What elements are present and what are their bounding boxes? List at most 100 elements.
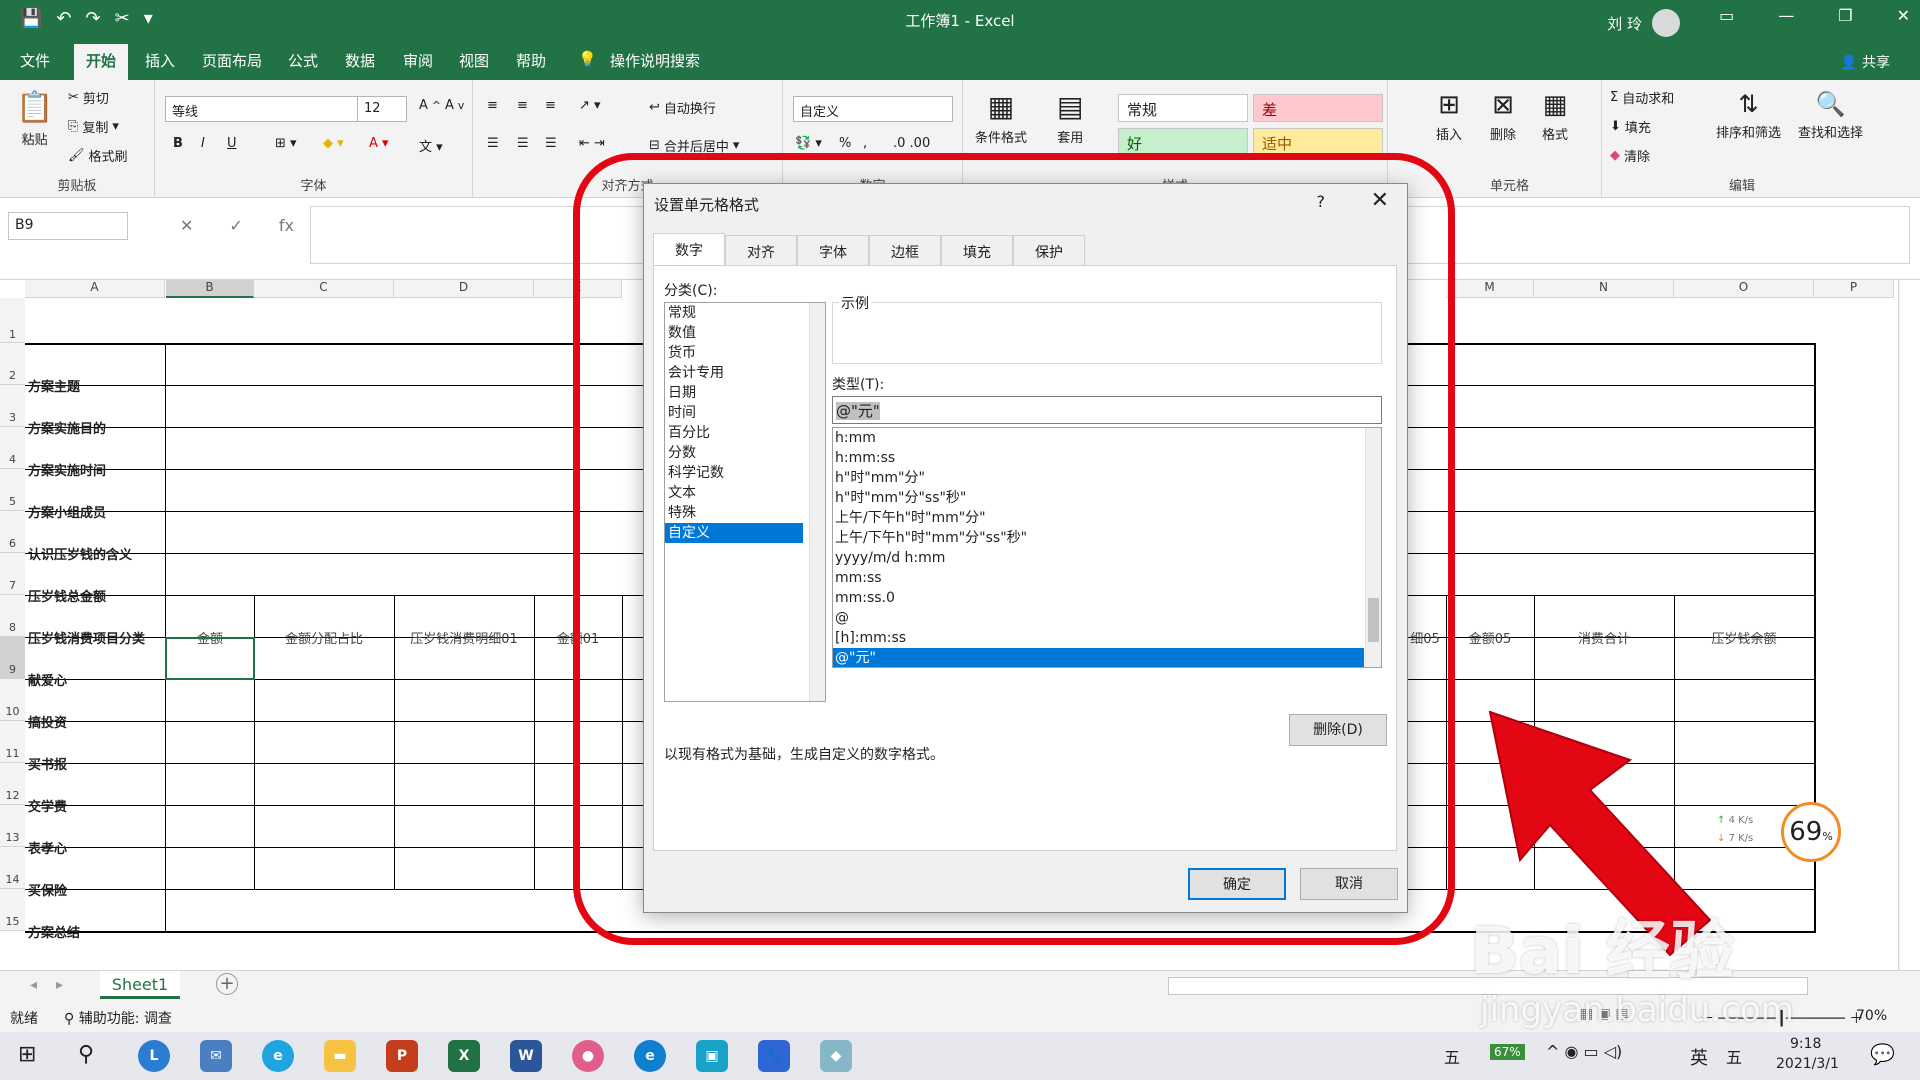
row-header[interactable]: 3	[0, 385, 25, 427]
file-explorer-icon[interactable]: ▬	[324, 1040, 356, 1072]
avatar[interactable]	[1652, 9, 1680, 37]
col-header-p[interactable]: P	[1814, 280, 1894, 298]
style-neutral[interactable]: 适中	[1253, 128, 1383, 156]
tell-me-search[interactable]: 操作说明搜索	[610, 50, 700, 71]
tab-scroll-left-icon[interactable]: ◂	[30, 977, 37, 993]
indent-icon[interactable]: ⇤ ⇥	[579, 136, 605, 151]
decimal-icon[interactable]: .0 .00	[893, 136, 930, 151]
align-middle-icon[interactable]: ≡	[517, 98, 528, 113]
add-sheet-button[interactable]: +	[216, 973, 238, 995]
col-header-o[interactable]: O	[1674, 280, 1814, 298]
orientation-icon[interactable]: ↗ ▾	[579, 98, 601, 113]
font-color-icon[interactable]: A ▾	[369, 136, 389, 151]
close-window-icon[interactable]: ✕	[1897, 6, 1910, 25]
clear-button[interactable]: ◆ 清除	[1610, 146, 1650, 165]
align-top-icon[interactable]: ≡	[487, 98, 498, 113]
powerpoint-icon[interactable]: P	[386, 1040, 418, 1072]
row-header[interactable]: 12	[0, 763, 25, 805]
copy-button[interactable]: ⎘ 复制 ▾	[68, 117, 119, 136]
col-header-m[interactable]: M	[1446, 280, 1534, 298]
underline-button[interactable]: U	[227, 136, 237, 151]
share-button[interactable]: 👤 共享	[1840, 52, 1890, 72]
row-header[interactable]: 2	[0, 343, 25, 385]
browser-icon[interactable]: e	[262, 1040, 294, 1072]
row-header[interactable]: 15	[0, 889, 25, 931]
align-center-icon[interactable]: ☰	[517, 136, 529, 151]
network-speed-widget[interactable]: ↑ 4 K/s ↓ 7 K/s 69%	[1717, 798, 1843, 866]
search-icon[interactable]: ⚲	[78, 1042, 94, 1067]
tab-review[interactable]: 审阅	[403, 50, 433, 71]
word-icon[interactable]: W	[510, 1040, 542, 1072]
app-icon[interactable]: ◆	[820, 1040, 852, 1072]
user-account[interactable]: 刘 玲	[1607, 9, 1680, 37]
style-good[interactable]: 好	[1118, 128, 1248, 156]
insert-cells-button[interactable]: ⊞ 插入	[1436, 90, 1462, 143]
selected-cell[interactable]	[165, 637, 255, 680]
format-as-table-button[interactable]: ▤ 套用	[1057, 90, 1083, 146]
fill-button[interactable]: ⬇ 填充	[1610, 117, 1651, 136]
paste-button[interactable]: 📋 粘贴	[16, 90, 53, 148]
tab-data[interactable]: 数据	[345, 50, 375, 71]
font-grow-icon[interactable]: A ^	[419, 98, 441, 113]
mail-icon[interactable]: ✉	[200, 1040, 232, 1072]
windows-start-icon[interactable]: ⊞	[18, 1042, 36, 1067]
row-header[interactable]: 8	[0, 595, 25, 637]
format-cells-button[interactable]: ▦ 格式	[1542, 90, 1568, 143]
style-normal[interactable]: 常规	[1118, 94, 1248, 122]
battery-widget[interactable]: 67%	[1490, 1044, 1525, 1060]
row-header[interactable]: 7	[0, 553, 25, 595]
row-header[interactable]: 11	[0, 721, 25, 763]
zoom-level[interactable]: 70%	[1856, 1008, 1887, 1024]
tab-scroll-right-icon[interactable]: ▸	[56, 977, 63, 993]
row-header[interactable]: 5	[0, 469, 25, 511]
clock-date[interactable]: 2021/3/1	[1776, 1056, 1839, 1072]
comma-icon[interactable]: ,	[863, 136, 867, 151]
restore-icon[interactable]: ❐	[1838, 6, 1852, 25]
bold-button[interactable]: B	[173, 136, 183, 151]
sheet-tab-sheet1[interactable]: Sheet1	[100, 971, 180, 999]
baidu-icon[interactable]: 🐾	[758, 1040, 790, 1072]
autosum-button[interactable]: Σ 自动求和	[1610, 88, 1674, 107]
row-header[interactable]: 14	[0, 847, 25, 889]
notification-icon[interactable]: 💬	[1870, 1042, 1895, 1066]
accessibility-status[interactable]: ⚲ 辅助功能: 调查	[64, 1008, 172, 1028]
fill-color-icon[interactable]: ◆ ▾	[323, 136, 344, 151]
tray-icons[interactable]: ^ ◉ ▭ ◁)	[1546, 1042, 1622, 1061]
font-size-combo[interactable]: 12	[357, 96, 407, 122]
clock-time[interactable]: 9:18	[1790, 1036, 1821, 1052]
excel-icon[interactable]: X	[448, 1040, 480, 1072]
cancel-icon[interactable]: ✕	[180, 216, 193, 235]
align-bottom-icon[interactable]: ≡	[545, 98, 556, 113]
ime-language[interactable]: 英	[1690, 1044, 1708, 1070]
tab-file[interactable]: 文件	[20, 50, 50, 71]
name-box[interactable]: B9	[8, 212, 128, 240]
conditional-format-button[interactable]: ▦ 条件格式	[975, 90, 1027, 146]
tab-page-layout[interactable]: 页面布局	[202, 50, 262, 71]
paint-icon[interactable]: ●	[572, 1040, 604, 1072]
wrap-text-button[interactable]: ↩ 自动换行	[649, 98, 716, 117]
row-header[interactable]: 4	[0, 427, 25, 469]
col-header-c[interactable]: C	[254, 280, 394, 298]
tab-home[interactable]: 开始	[74, 44, 129, 80]
ribbon-display-icon[interactable]: ▭	[1719, 6, 1734, 25]
font-name-combo[interactable]: 等线	[165, 96, 361, 122]
vertical-scrollbar[interactable]	[1898, 280, 1900, 970]
find-select-button[interactable]: 🔍 查找和选择	[1798, 90, 1863, 141]
borders-icon[interactable]: ⊞ ▾	[275, 136, 297, 151]
phonetic-icon[interactable]: 文 ▾	[419, 136, 443, 155]
col-header-a[interactable]: A	[25, 280, 165, 298]
col-header-d[interactable]: D	[394, 280, 534, 298]
align-left-icon[interactable]: ☰	[487, 136, 499, 151]
tab-help[interactable]: 帮助	[516, 50, 546, 71]
ime-mode-2[interactable]: 五	[1726, 1044, 1742, 1068]
italic-button[interactable]: I	[201, 136, 205, 151]
col-header-n[interactable]: N	[1534, 280, 1674, 298]
app-icon[interactable]: L	[138, 1040, 170, 1072]
row-header[interactable]: 10	[0, 679, 25, 721]
edge-icon[interactable]: e	[634, 1040, 666, 1072]
format-painter-button[interactable]: 🖌 格式刷	[68, 146, 128, 165]
screen-icon[interactable]: ▣	[696, 1040, 728, 1072]
row-header[interactable]: 1	[0, 298, 25, 343]
font-shrink-icon[interactable]: Av	[445, 98, 464, 113]
currency-icon[interactable]: 💱 ▾	[795, 136, 822, 151]
